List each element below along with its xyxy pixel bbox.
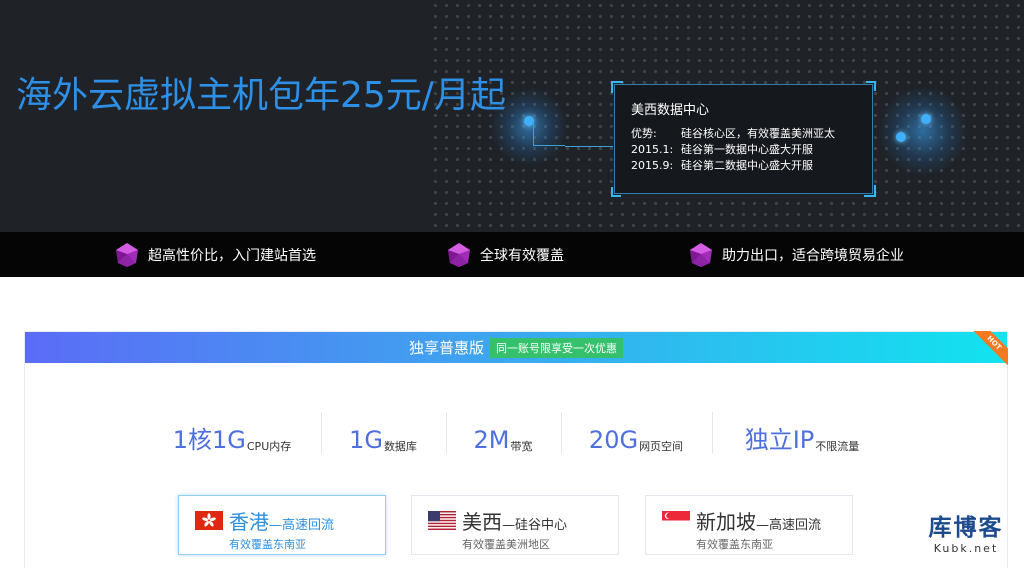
watermark-logo: 库博客 Kubk.net [916, 514, 1016, 556]
location-dot-icon [921, 114, 931, 124]
spec-space: 20G 网页空间 [588, 426, 684, 454]
spec-cpu: 1核1G CPU内存 [172, 426, 292, 454]
plan-name: 独享普惠版 [408, 339, 484, 357]
spec-list: 1核1G CPU内存 1G 数据库 2M 带宽 20G 网页空间 独立IP 不限流量 [25, 412, 1007, 456]
usa-flag-icon [428, 511, 456, 530]
info-row: 优势: 硅谷核心区，有效覆盖美洲亚太 [631, 127, 835, 140]
spec-divider [561, 412, 562, 454]
purple-gem-icon [690, 242, 712, 267]
connector-line [533, 122, 565, 146]
spec-bandwidth: 2M 带宽 [473, 426, 533, 454]
region-tag: —硅谷中心 [502, 518, 568, 533]
watermark-cn: 库博客 [928, 515, 1004, 541]
region-hongkong[interactable]: 香港—高速回流 有效覆盖东南亚 [178, 495, 386, 555]
hot-label: HOT [974, 331, 1008, 365]
hero-banner: 海外云虚拟主机包年25元/月起 美西数据中心 优势: 硅谷核心区，有效覆盖美洲亚… [0, 0, 1024, 232]
region-name: 美西 [462, 510, 502, 534]
location-dot-icon [896, 132, 906, 142]
region-name: 新加坡 [696, 510, 756, 534]
region-singapore[interactable]: 新加坡—高速回流 有效覆盖东南亚 [645, 495, 853, 555]
hot-ribbon: HOT [974, 331, 1008, 365]
singapore-flag-icon [662, 511, 690, 530]
feature-item: 超高性价比，入门建站首选 [114, 232, 316, 277]
hong-kong-flag-icon [195, 511, 223, 530]
spec-database: 1G 数据库 [349, 426, 417, 454]
region-desc: 有效覆盖美洲地区 [462, 538, 550, 551]
promo-badge: 同一账号限享受一次优惠 [490, 337, 623, 358]
feature-label: 助力出口，适合跨境贸易企业 [722, 247, 904, 264]
connector-line [565, 146, 613, 147]
spec-divider [712, 412, 713, 454]
feature-item: 全球有效覆盖 [446, 232, 564, 277]
feature-label: 全球有效覆盖 [480, 247, 564, 264]
region-desc: 有效覆盖东南亚 [229, 538, 306, 551]
region-tag: —高速回流 [756, 518, 822, 533]
purple-gem-icon [116, 242, 138, 267]
region-desc: 有效覆盖东南亚 [696, 538, 773, 551]
watermark-en: Kubk.net [933, 542, 999, 555]
purple-gem-icon [448, 242, 470, 267]
plan-header: 独享普惠版 同一账号限享受一次优惠 [25, 332, 1007, 363]
feature-label: 超高性价比，入门建站首选 [148, 247, 316, 264]
feature-bar: 超高性价比，入门建站首选 全球有效覆盖 助力出口，适合跨境贸易企业 [0, 232, 1024, 277]
location-glow-right [878, 86, 968, 176]
info-row: 2015.9: 硅谷第二数据中心盛大开服 [631, 159, 813, 172]
spec-divider [446, 412, 447, 454]
info-row: 2015.1: 硅谷第一数据中心盛大开服 [631, 143, 813, 156]
spec-divider [321, 412, 322, 454]
spec-ip: 独立IP 不限流量 [744, 426, 860, 454]
region-name: 香港 [229, 510, 269, 534]
plan-card: 独享普惠版 同一账号限享受一次优惠 HOT 1核1G CPU内存 1G 数据库 2M… [24, 331, 1008, 568]
hero-title: 海外云虚拟主机包年25元/月起 [16, 75, 506, 116]
feature-item: 助力出口，适合跨境贸易企业 [688, 232, 904, 277]
region-tag: —高速回流 [269, 518, 335, 533]
datacenter-info-box: 美西数据中心 优势: 硅谷核心区，有效覆盖美洲亚太 2015.1: 硅谷第一数据… [611, 81, 876, 197]
region-uswest[interactable]: 美西—硅谷中心 有效覆盖美洲地区 [411, 495, 619, 555]
datacenter-title: 美西数据中心 [631, 103, 710, 118]
